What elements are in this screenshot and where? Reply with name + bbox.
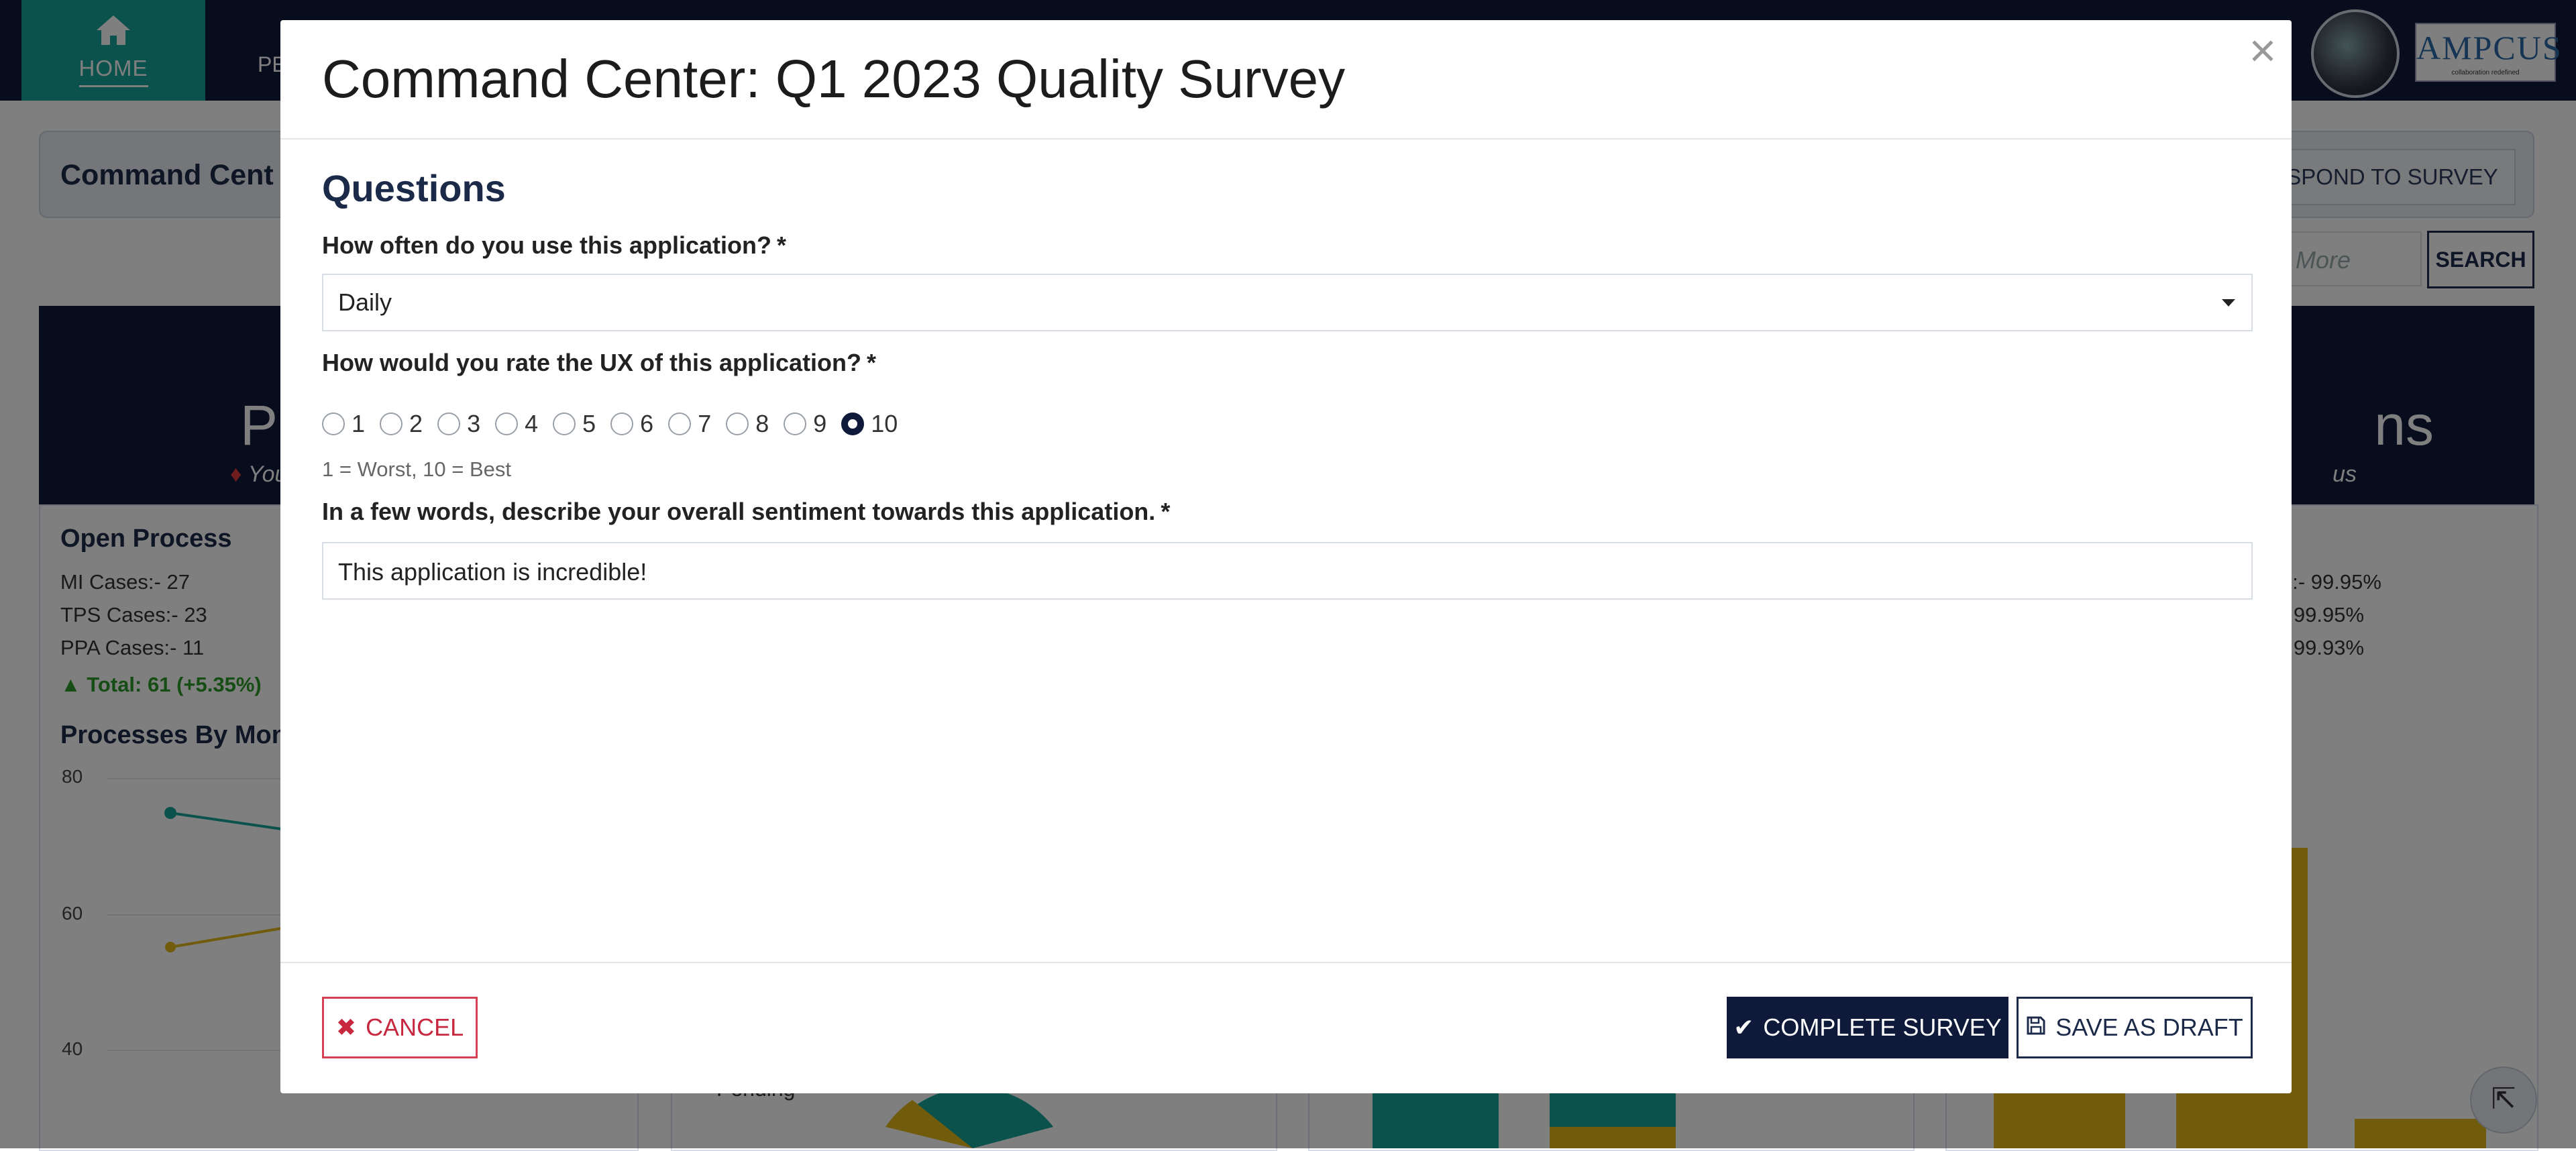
rating-option[interactable]: 3 <box>437 410 480 438</box>
check-icon: ✔ <box>1733 1013 1754 1041</box>
ux-rating-radio-group: 1 2 3 4 5 6 7 8 9 10 <box>322 409 912 439</box>
question-label-text: In a few words, describe your overall se… <box>322 498 1156 525</box>
modal-footer-divider <box>280 962 2292 963</box>
question-label-text: How often do you use this application? <box>322 231 772 259</box>
radio-button[interactable] <box>784 413 807 435</box>
rating-label: 5 <box>582 410 596 437</box>
frequency-select[interactable]: Daily <box>322 274 2253 331</box>
rating-option[interactable]: 5 <box>553 410 596 438</box>
rating-label: 1 <box>352 410 366 437</box>
rating-option-selected[interactable]: 10 <box>841 410 898 438</box>
radio-button[interactable] <box>726 413 749 435</box>
complete-survey-button-label: COMPLETE SURVEY <box>1763 1013 2002 1041</box>
question-label: How would you rate the UX of this applic… <box>322 349 876 377</box>
rating-option[interactable]: 4 <box>495 410 538 438</box>
save-as-draft-button-label: SAVE AS DRAFT <box>2055 1013 2243 1041</box>
radio-button[interactable] <box>553 413 576 435</box>
rating-option[interactable]: 7 <box>668 410 711 438</box>
question-label: How often do you use this application? * <box>322 231 786 260</box>
close-icon: ✖ <box>335 1013 357 1041</box>
cancel-button[interactable]: ✖ CANCEL <box>322 997 478 1058</box>
save-as-draft-button[interactable]: SAVE AS DRAFT <box>2017 997 2253 1058</box>
sentiment-input-value: This application is incredible! <box>338 558 647 586</box>
radio-button[interactable] <box>437 413 461 435</box>
save-icon <box>2026 1016 2046 1040</box>
rating-option[interactable]: 8 <box>726 410 769 438</box>
rating-hint: 1 = Worst, 10 = Best <box>322 457 512 481</box>
required-marker: * <box>1161 498 1171 525</box>
rating-option[interactable]: 2 <box>380 410 423 438</box>
cancel-button-label: CANCEL <box>366 1013 464 1041</box>
required-marker: * <box>867 349 877 376</box>
question-label-text: How would you rate the UX of this applic… <box>322 349 862 376</box>
rating-label: 2 <box>409 410 423 437</box>
questions-heading: Questions <box>322 167 506 209</box>
rating-label: 8 <box>755 410 769 437</box>
chevron-down-icon <box>2222 299 2235 307</box>
radio-button-selected[interactable] <box>841 413 865 435</box>
rating-label: 9 <box>813 410 827 437</box>
radio-button[interactable] <box>495 413 519 435</box>
frequency-select-value: Daily <box>338 288 392 316</box>
rating-option[interactable]: 1 <box>322 410 365 438</box>
radio-button[interactable] <box>668 413 692 435</box>
radio-button[interactable] <box>610 413 634 435</box>
rating-label: 3 <box>467 410 481 437</box>
rating-option[interactable]: 6 <box>610 410 653 438</box>
rating-label: 7 <box>698 410 712 437</box>
rating-label: 4 <box>525 410 539 437</box>
rating-option[interactable]: 9 <box>784 410 826 438</box>
question-label: In a few words, describe your overall se… <box>322 498 1170 526</box>
radio-button[interactable] <box>322 413 345 435</box>
close-icon[interactable]: × <box>2239 20 2286 80</box>
required-marker: * <box>777 231 787 259</box>
modal-title: Command Center: Q1 2023 Quality Survey <box>322 49 1346 109</box>
rating-label: 6 <box>640 410 654 437</box>
rating-label: 10 <box>871 410 898 437</box>
sentiment-input[interactable]: This application is incredible! <box>322 542 2253 600</box>
modal-header-divider <box>280 138 2292 140</box>
survey-modal: Command Center: Q1 2023 Quality Survey ×… <box>280 20 2292 1093</box>
complete-survey-button[interactable]: ✔ COMPLETE SURVEY <box>1727 997 2008 1058</box>
radio-button[interactable] <box>380 413 403 435</box>
